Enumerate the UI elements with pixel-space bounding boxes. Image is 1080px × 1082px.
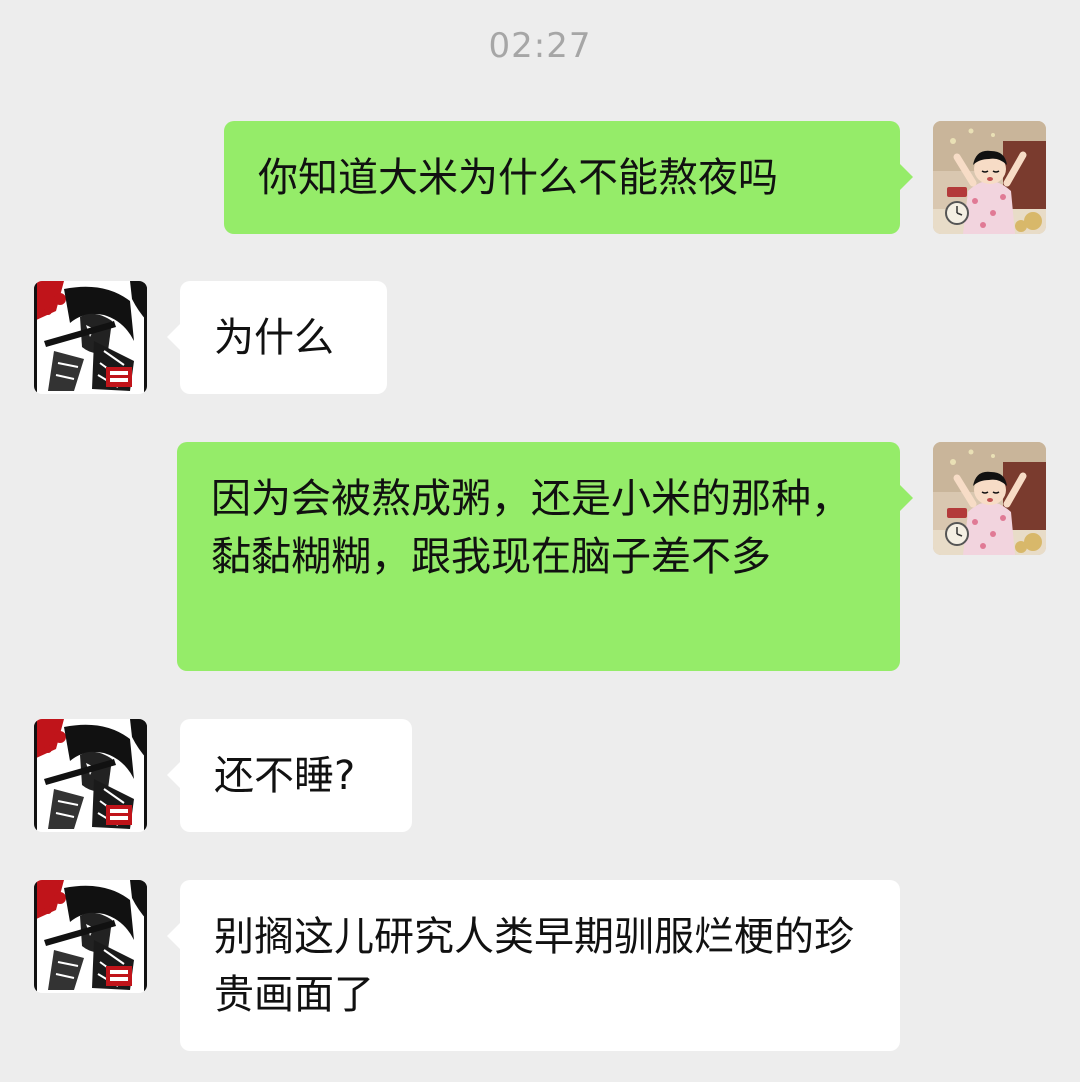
message-text: 你知道大米为什么不能熬夜吗: [258, 154, 778, 201]
message-text: 因为会被熬成粥，还是小米的那种，黏黏糊糊，跟我现在脑子差不多: [211, 476, 851, 580]
cartoon-kid-avatar-icon: [933, 442, 1046, 555]
message-bubble-received[interactable]: 为什么: [167, 281, 387, 394]
my-avatar[interactable]: [933, 121, 1046, 234]
message-bubble-received[interactable]: 别搁这儿研究人类早期驯服烂梗的珍贵画面了: [167, 880, 900, 1051]
message-text: 为什么: [214, 314, 334, 361]
manga-avatar-icon: [34, 719, 147, 832]
my-avatar[interactable]: [933, 442, 1046, 555]
cartoon-kid-avatar-icon: [933, 121, 1046, 234]
chat-timestamp: 02:27: [488, 26, 592, 66]
friend-avatar[interactable]: [34, 719, 147, 832]
manga-avatar-icon: [34, 880, 147, 993]
friend-avatar[interactable]: [34, 880, 147, 993]
message-bubble-received[interactable]: 还不睡?: [167, 719, 412, 832]
message-text: 还不睡?: [214, 752, 356, 799]
message-text: 别搁这儿研究人类早期驯服烂梗的珍贵画面了: [214, 914, 854, 1018]
message-bubble-sent[interactable]: 因为会被熬成粥，还是小米的那种，黏黏糊糊，跟我现在脑子差不多: [177, 442, 913, 671]
friend-avatar[interactable]: [34, 281, 147, 394]
manga-avatar-icon: [34, 281, 147, 394]
message-bubble-sent[interactable]: 你知道大米为什么不能熬夜吗: [224, 121, 913, 234]
